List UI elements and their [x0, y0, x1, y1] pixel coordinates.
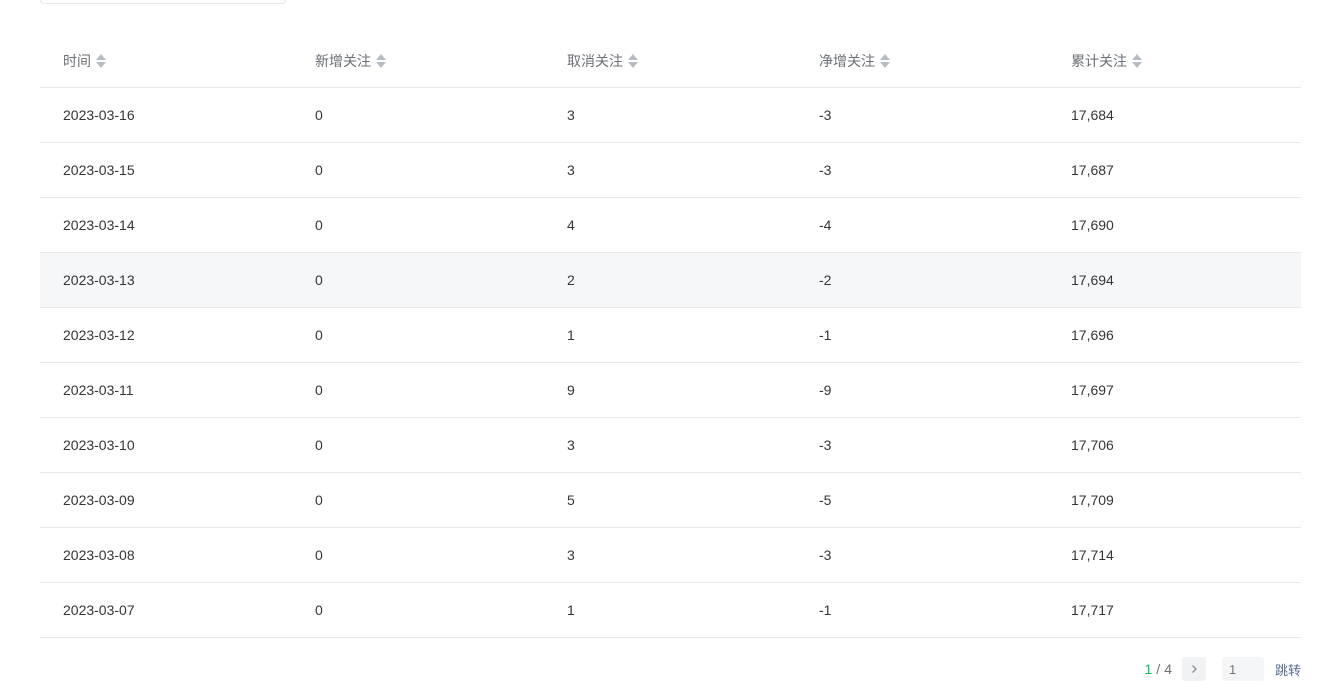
chevron-right-icon [1192, 665, 1197, 673]
table-header: 时间 新增关注 取消关注 净增关注 累计关注 [40, 34, 1301, 88]
cell-unfollows: 5 [567, 492, 575, 508]
cell-new-follows: 0 [315, 162, 323, 178]
cell-total-follows: 17,687 [1071, 162, 1114, 178]
page-total: 4 [1164, 661, 1172, 677]
cell-unfollows: 1 [567, 602, 575, 618]
next-page-button[interactable] [1181, 657, 1206, 681]
cell-unfollows: 2 [567, 272, 575, 288]
cell-total-follows: 17,690 [1071, 217, 1114, 233]
cell-net-follows: -9 [819, 382, 832, 398]
cell-time: 2023-03-13 [63, 272, 135, 288]
header-unfollows[interactable]: 取消关注 [544, 51, 796, 71]
cell-unfollows: 1 [567, 327, 575, 343]
cell-total-follows: 17,696 [1071, 327, 1114, 343]
cell-unfollows: 3 [567, 437, 575, 453]
cell-net-follows: -3 [819, 107, 832, 123]
jump-page-input[interactable] [1221, 657, 1264, 681]
sort-icon[interactable] [880, 53, 890, 69]
cell-total-follows: 17,697 [1071, 382, 1114, 398]
cell-new-follows: 0 [315, 547, 323, 563]
table-row: 2023-03-16 0 3 -3 17,684 [40, 88, 1301, 143]
followers-table: 时间 新增关注 取消关注 净增关注 累计关注 2023-03-16 0 3 -3… [40, 34, 1301, 638]
cell-total-follows: 17,694 [1071, 272, 1114, 288]
sort-icon[interactable] [628, 53, 638, 69]
cell-new-follows: 0 [315, 492, 323, 508]
cell-time: 2023-03-10 [63, 437, 135, 453]
page-current: 1 [1144, 661, 1153, 677]
table-row: 2023-03-14 0 4 -4 17,690 [40, 198, 1301, 253]
sort-icon[interactable] [1132, 53, 1142, 69]
table-row: 2023-03-11 0 9 -9 17,697 [40, 363, 1301, 418]
table-row: 2023-03-15 0 3 -3 17,687 [40, 143, 1301, 198]
header-total-follows[interactable]: 累计关注 [1048, 51, 1301, 71]
cell-time: 2023-03-12 [63, 327, 135, 343]
cell-time: 2023-03-14 [63, 217, 135, 233]
cell-net-follows: -5 [819, 492, 832, 508]
cell-new-follows: 0 [315, 437, 323, 453]
cell-new-follows: 0 [315, 272, 323, 288]
cell-new-follows: 0 [315, 327, 323, 343]
cell-total-follows: 17,706 [1071, 437, 1114, 453]
cell-total-follows: 17,714 [1071, 547, 1114, 563]
cell-net-follows: -1 [819, 327, 832, 343]
sort-icon[interactable] [96, 53, 106, 69]
header-net-follows[interactable]: 净增关注 [796, 51, 1048, 71]
cell-net-follows: -3 [819, 162, 832, 178]
header-new-follows[interactable]: 新增关注 [292, 51, 544, 71]
cell-new-follows: 0 [315, 382, 323, 398]
sort-icon[interactable] [376, 53, 386, 69]
cell-time: 2023-03-09 [63, 492, 135, 508]
cell-unfollows: 3 [567, 547, 575, 563]
cell-total-follows: 17,717 [1071, 602, 1114, 618]
cell-net-follows: -4 [819, 217, 832, 233]
cell-unfollows: 3 [567, 162, 575, 178]
cell-new-follows: 0 [315, 217, 323, 233]
cell-unfollows: 9 [567, 382, 575, 398]
table-row: 2023-03-07 0 1 -1 17,717 [40, 583, 1301, 638]
pagination: 1 / 4 跳转 [1144, 657, 1301, 681]
cell-time: 2023-03-15 [63, 162, 135, 178]
table-row: 2023-03-13 0 2 -2 17,694 [40, 253, 1301, 308]
cell-total-follows: 17,684 [1071, 107, 1114, 123]
header-time[interactable]: 时间 [40, 51, 292, 71]
cell-net-follows: -2 [819, 272, 832, 288]
cell-new-follows: 0 [315, 602, 323, 618]
jump-button[interactable]: 跳转 [1275, 660, 1301, 679]
table-row: 2023-03-10 0 3 -3 17,706 [40, 418, 1301, 473]
cell-unfollows: 4 [567, 217, 575, 233]
cell-unfollows: 3 [567, 107, 575, 123]
cell-time: 2023-03-08 [63, 547, 135, 563]
filter-select-box[interactable] [40, 0, 286, 4]
cell-net-follows: -3 [819, 437, 832, 453]
cell-time: 2023-03-11 [63, 382, 134, 398]
cell-new-follows: 0 [315, 107, 323, 123]
page-separator: / [1156, 661, 1161, 677]
table-row: 2023-03-08 0 3 -3 17,714 [40, 528, 1301, 583]
cell-time: 2023-03-07 [63, 602, 135, 618]
cell-total-follows: 17,709 [1071, 492, 1114, 508]
table-row: 2023-03-12 0 1 -1 17,696 [40, 308, 1301, 363]
cell-time: 2023-03-16 [63, 107, 135, 123]
cell-net-follows: -1 [819, 602, 832, 618]
table-row: 2023-03-09 0 5 -5 17,709 [40, 473, 1301, 528]
cell-net-follows: -3 [819, 547, 832, 563]
